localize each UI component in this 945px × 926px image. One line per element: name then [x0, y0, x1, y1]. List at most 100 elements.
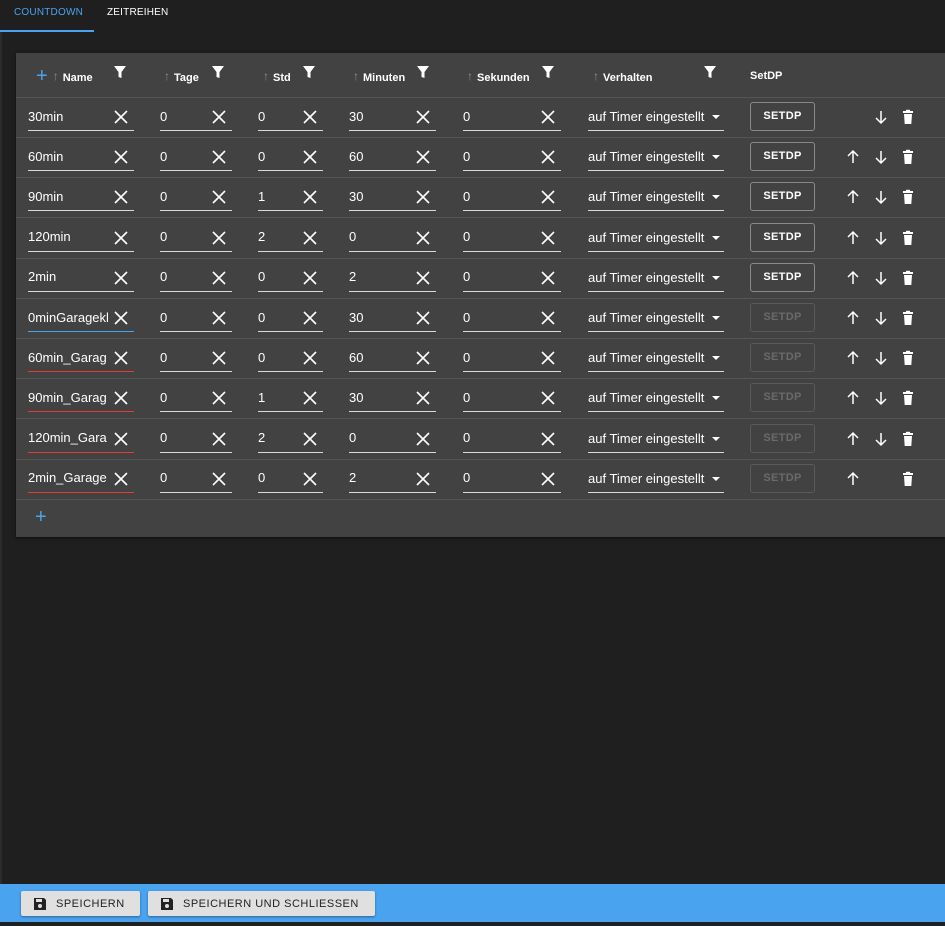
clear-icon[interactable] — [416, 432, 430, 446]
verhalten-select[interactable]: auf Timer eingestellt — [588, 102, 724, 131]
clear-icon[interactable] — [212, 110, 226, 124]
minuten-input[interactable] — [349, 427, 409, 448]
move-down-icon[interactable] — [873, 149, 889, 165]
trash-icon[interactable] — [900, 310, 916, 326]
clear-icon[interactable] — [114, 472, 128, 486]
verhalten-select[interactable]: auf Timer eingestellt — [588, 424, 724, 453]
clear-icon[interactable] — [212, 351, 226, 365]
clear-icon[interactable] — [303, 311, 317, 325]
sort-arrow-up-icon[interactable]: ↑ — [263, 69, 269, 83]
move-down-icon[interactable] — [873, 189, 889, 205]
tage-input[interactable] — [160, 146, 206, 167]
sort-arrow-up-icon[interactable]: ↑ — [467, 69, 473, 83]
clear-icon[interactable] — [541, 271, 555, 285]
clear-icon[interactable] — [541, 110, 555, 124]
clear-icon[interactable] — [303, 432, 317, 446]
clear-icon[interactable] — [212, 271, 226, 285]
name-input[interactable] — [28, 146, 108, 167]
move-down-icon[interactable] — [873, 109, 889, 125]
name-input[interactable] — [28, 387, 108, 408]
move-down-icon[interactable] — [873, 390, 889, 406]
tage-input[interactable] — [160, 387, 206, 408]
clear-icon[interactable] — [416, 391, 430, 405]
clear-icon[interactable] — [212, 391, 226, 405]
verhalten-select[interactable]: auf Timer eingestellt — [588, 303, 724, 332]
clear-icon[interactable] — [114, 231, 128, 245]
sekunden-input[interactable] — [463, 387, 533, 408]
trash-icon[interactable] — [900, 350, 916, 366]
clear-icon[interactable] — [303, 271, 317, 285]
setdp-button[interactable]: SETDP — [750, 463, 815, 493]
tage-input[interactable] — [160, 226, 206, 247]
minuten-input[interactable] — [349, 146, 409, 167]
clear-icon[interactable] — [416, 351, 430, 365]
name-input[interactable] — [28, 347, 108, 368]
trash-icon[interactable] — [900, 189, 916, 205]
clear-icon[interactable] — [114, 150, 128, 164]
verhalten-select[interactable]: auf Timer eingestellt — [588, 263, 724, 292]
trash-icon[interactable] — [900, 230, 916, 246]
trash-icon[interactable] — [900, 431, 916, 447]
std-input[interactable] — [258, 106, 296, 126]
move-up-icon[interactable] — [845, 230, 861, 246]
clear-icon[interactable] — [212, 190, 226, 204]
std-input[interactable] — [258, 307, 296, 327]
clear-icon[interactable] — [303, 472, 317, 486]
clear-icon[interactable] — [416, 150, 430, 164]
setdp-button[interactable]: SETDP — [750, 303, 815, 332]
sort-arrow-up-icon[interactable]: ↑ — [593, 69, 599, 83]
clear-icon[interactable] — [114, 311, 128, 325]
move-down-icon[interactable] — [873, 270, 889, 286]
clear-icon[interactable] — [303, 351, 317, 365]
name-input[interactable] — [28, 106, 108, 126]
tage-input[interactable] — [160, 347, 206, 368]
move-up-icon[interactable] — [845, 189, 861, 205]
clear-icon[interactable] — [541, 150, 555, 164]
clear-icon[interactable] — [303, 150, 317, 164]
verhalten-select[interactable]: auf Timer eingestellt — [588, 142, 724, 172]
clear-icon[interactable] — [303, 391, 317, 405]
minuten-input[interactable] — [349, 347, 409, 368]
trash-icon[interactable] — [900, 109, 916, 125]
minuten-input[interactable] — [349, 226, 409, 247]
move-up-icon[interactable] — [845, 350, 861, 366]
clear-icon[interactable] — [114, 110, 128, 124]
clear-icon[interactable] — [303, 231, 317, 245]
name-input[interactable] — [28, 266, 108, 287]
move-up-icon[interactable] — [845, 310, 861, 326]
setdp-button[interactable]: SETDP — [750, 182, 815, 212]
filter-icon[interactable] — [704, 66, 716, 79]
add-row-icon[interactable]: + — [36, 66, 48, 86]
move-up-icon[interactable] — [845, 471, 861, 487]
tage-input[interactable] — [160, 427, 206, 448]
save-button[interactable]: SPEICHERN — [21, 891, 140, 916]
move-up-icon[interactable] — [845, 431, 861, 447]
sekunden-input[interactable] — [463, 186, 533, 207]
setdp-button[interactable]: SETDP — [750, 343, 815, 373]
clear-icon[interactable] — [541, 351, 555, 365]
std-input[interactable] — [258, 347, 296, 368]
clear-icon[interactable] — [541, 190, 555, 204]
clear-icon[interactable] — [212, 472, 226, 486]
setdp-button[interactable]: SETDP — [750, 383, 815, 413]
sekunden-input[interactable] — [463, 146, 533, 167]
clear-icon[interactable] — [541, 472, 555, 486]
clear-icon[interactable] — [114, 190, 128, 204]
setdp-button[interactable]: SETDP — [750, 222, 815, 252]
filter-icon[interactable] — [303, 66, 315, 79]
tage-input[interactable] — [160, 467, 206, 488]
clear-icon[interactable] — [416, 110, 430, 124]
verhalten-select[interactable]: auf Timer eingestellt — [588, 182, 724, 212]
std-input[interactable] — [258, 226, 296, 247]
minuten-input[interactable] — [349, 387, 409, 408]
minuten-input[interactable] — [349, 266, 409, 287]
std-input[interactable] — [258, 266, 296, 287]
clear-icon[interactable] — [114, 351, 128, 365]
sekunden-input[interactable] — [463, 266, 533, 287]
sekunden-input[interactable] — [463, 427, 533, 448]
setdp-button[interactable]: SETDP — [750, 142, 815, 172]
trash-icon[interactable] — [900, 270, 916, 286]
filter-icon[interactable] — [542, 66, 554, 79]
trash-icon[interactable] — [900, 471, 916, 487]
move-up-icon[interactable] — [845, 270, 861, 286]
